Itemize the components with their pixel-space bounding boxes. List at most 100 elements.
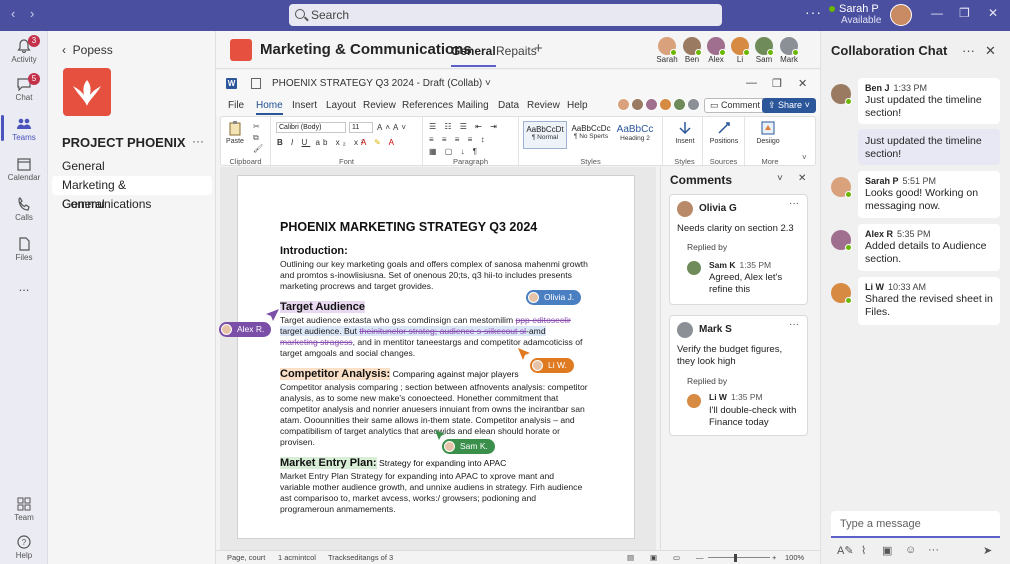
chat-message[interactable]: Alex R 5:35 PM Added details to Audience …	[858, 224, 1000, 271]
zoom-level[interactable]: 100%	[785, 553, 804, 562]
menu-home[interactable]: Home	[256, 100, 283, 115]
chat-message[interactable]: Just updated the timeline section!	[858, 129, 1000, 165]
ribbon-expand-icon[interactable]: ˅	[802, 153, 807, 162]
chevron-down-icon[interactable]: ˅	[777, 173, 783, 184]
forward-arrow-icon[interactable]: ›	[30, 6, 34, 21]
chat-more-icon[interactable]: ···	[962, 43, 975, 58]
participant-mark[interactable]: Mark	[776, 37, 802, 64]
back-arrow-icon[interactable]: ‹	[11, 6, 15, 21]
style-normal[interactable]: AaBbCcDt ¶ Normal	[523, 121, 567, 149]
more-actions-icon[interactable]: ···	[928, 544, 939, 556]
rail-teams[interactable]: Teams	[0, 115, 48, 142]
close-chat-icon[interactable]: ✕	[985, 43, 996, 59]
comment-card[interactable]: Mark S ··· Verify the budget figures, th…	[669, 315, 808, 436]
rail-calendar[interactable]: Calendar	[0, 157, 48, 182]
style-heading-2[interactable]: AaBbCc Heading 2	[613, 121, 657, 149]
tab-repaits[interactable]: Repaits	[496, 44, 537, 58]
menu-references[interactable]: References	[402, 100, 453, 111]
web-layout-icon[interactable]: ▭	[673, 553, 680, 562]
participant-ben[interactable]: Ben	[679, 37, 705, 64]
channel-item-marketing[interactable]: Marketing & Communications	[52, 176, 212, 211]
document-canvas[interactable]: PHOENIX MARKETING STRATEGY Q3 2024 Intro…	[219, 167, 656, 550]
participant-li[interactable]: Li	[727, 37, 753, 64]
user-avatar[interactable]	[890, 4, 912, 26]
collaborator-avatar[interactable]	[687, 98, 700, 111]
gif-icon[interactable]: ▣	[882, 544, 892, 557]
format-icon[interactable]: A✎	[837, 544, 854, 557]
send-icon[interactable]: ➤	[983, 544, 992, 557]
font-size-select[interactable]: 11	[349, 122, 373, 133]
document-page[interactable]: PHOENIX MARKETING STRATEGY Q3 2024 Intro…	[237, 175, 635, 539]
team-more-icon[interactable]: ···	[192, 134, 204, 148]
word-close-icon[interactable]: ✕	[798, 77, 807, 90]
maximize-icon[interactable]: ❐	[959, 6, 970, 20]
paste-button[interactable]: Paste	[221, 120, 249, 145]
participant-sam[interactable]: Sam	[751, 37, 777, 64]
message-input[interactable]: Type a message	[831, 511, 1000, 538]
positions-button[interactable]: Positions	[707, 120, 741, 145]
rail-activity[interactable]: 3 Activity	[0, 35, 48, 64]
insert-button[interactable]: Insent	[668, 120, 702, 145]
collaborator-avatar[interactable]	[659, 98, 672, 111]
chat-message[interactable]: Ben J 1:33 PM Just updated the timeline s…	[858, 78, 1000, 124]
font-color-icons[interactable]: A ✎ A	[361, 138, 397, 147]
zoom-out-icon[interactable]: —	[696, 553, 704, 562]
zoom-in-icon[interactable]: +	[772, 553, 776, 562]
participant-sarah[interactable]: Sarah	[654, 37, 680, 64]
chat-message[interactable]: Li W 10:33 AM Shared the revised sheet in…	[858, 277, 1000, 325]
list-icons[interactable]: ☰ ☷ ☰ ⇤ ⇥	[429, 122, 500, 131]
word-maximize-icon[interactable]: ❐	[772, 77, 782, 90]
rail-calls[interactable]: Calls	[0, 197, 48, 222]
copy-icon[interactable]: ⧉	[253, 133, 259, 143]
menu-insert[interactable]: Insert	[292, 100, 317, 111]
channel-item-general-2[interactable]: General	[52, 195, 212, 214]
search-input[interactable]: Search	[289, 4, 722, 26]
format-painter-icon[interactable]: 🖌	[253, 144, 263, 153]
rail-team[interactable]: Team	[0, 497, 48, 522]
comment-more-icon[interactable]: ···	[789, 198, 799, 209]
close-comments-icon[interactable]: ✕	[798, 173, 806, 184]
add-tab-icon[interactable]: +	[534, 40, 543, 57]
comment-card[interactable]: Olivia G ··· Needs clarity on section 2.…	[669, 194, 808, 305]
collaborator-avatar[interactable]	[673, 98, 686, 111]
user-status[interactable]: Sarah P Available	[829, 3, 881, 27]
participant-alex[interactable]: Alex	[703, 37, 729, 64]
designer-button[interactable]: Desiigo	[751, 120, 785, 145]
comment-button[interactable]: ▭ Comment	[704, 98, 767, 113]
font-name-select[interactable]: Calibri (Body)	[276, 122, 346, 133]
collaborator-avatar[interactable]	[617, 98, 630, 111]
sticker-icon[interactable]: ☺	[905, 544, 916, 556]
attach-icon[interactable]: ⌇	[861, 544, 866, 557]
share-button[interactable]: ⇪ Share ˅	[762, 98, 816, 113]
print-layout-icon[interactable]: ▣	[650, 553, 657, 562]
more-options-icon[interactable]: ···	[805, 4, 822, 20]
zoom-slider-thumb[interactable]	[734, 554, 737, 562]
cut-icon[interactable]: ✂	[253, 122, 260, 131]
rail-help[interactable]: ? Help	[0, 535, 48, 560]
style-no-spacing[interactable]: AaBbCcDc ¶ No Sperts	[569, 121, 613, 149]
comment-more-icon[interactable]: ···	[789, 319, 799, 330]
read-mode-icon[interactable]: ▤	[627, 553, 634, 562]
font-format-icons[interactable]: B I U ab x₂ x²	[277, 138, 367, 147]
chat-message[interactable]: Sarah P 5:51 PM Looks good! Working on me…	[858, 171, 1000, 218]
close-window-icon[interactable]: ✕	[988, 6, 998, 20]
alignment-icons[interactable]: ≡ ≡ ≡ ≡ ↕	[429, 135, 488, 144]
collaborator-avatar[interactable]	[631, 98, 644, 111]
menu-layout[interactable]: Layout	[326, 100, 356, 111]
rail-chat[interactable]: 5 Chat	[0, 73, 48, 102]
document-title[interactable]: PHOENIX STRATEGY Q3 2024 - Draft (Collab…	[272, 78, 491, 89]
menu-mailing[interactable]: Mailing	[457, 100, 489, 111]
font-size-grow-shrink-icon[interactable]: A˄A˅	[377, 123, 409, 132]
menu-review[interactable]: Review	[363, 100, 396, 111]
back-link[interactable]: ‹ Popess	[62, 43, 113, 57]
word-minimize-icon[interactable]: —	[746, 77, 757, 89]
rail-more[interactable]: ...	[0, 279, 48, 294]
channel-item-general[interactable]: General	[52, 157, 212, 176]
zoom-slider[interactable]	[708, 557, 770, 558]
menu-review-2[interactable]: Review	[527, 100, 560, 111]
menu-file[interactable]: File	[228, 100, 244, 111]
collaborator-avatar[interactable]	[645, 98, 658, 111]
minimize-icon[interactable]: —	[931, 6, 943, 20]
menu-help[interactable]: Help	[567, 100, 588, 111]
tab-general[interactable]: General	[451, 44, 496, 67]
